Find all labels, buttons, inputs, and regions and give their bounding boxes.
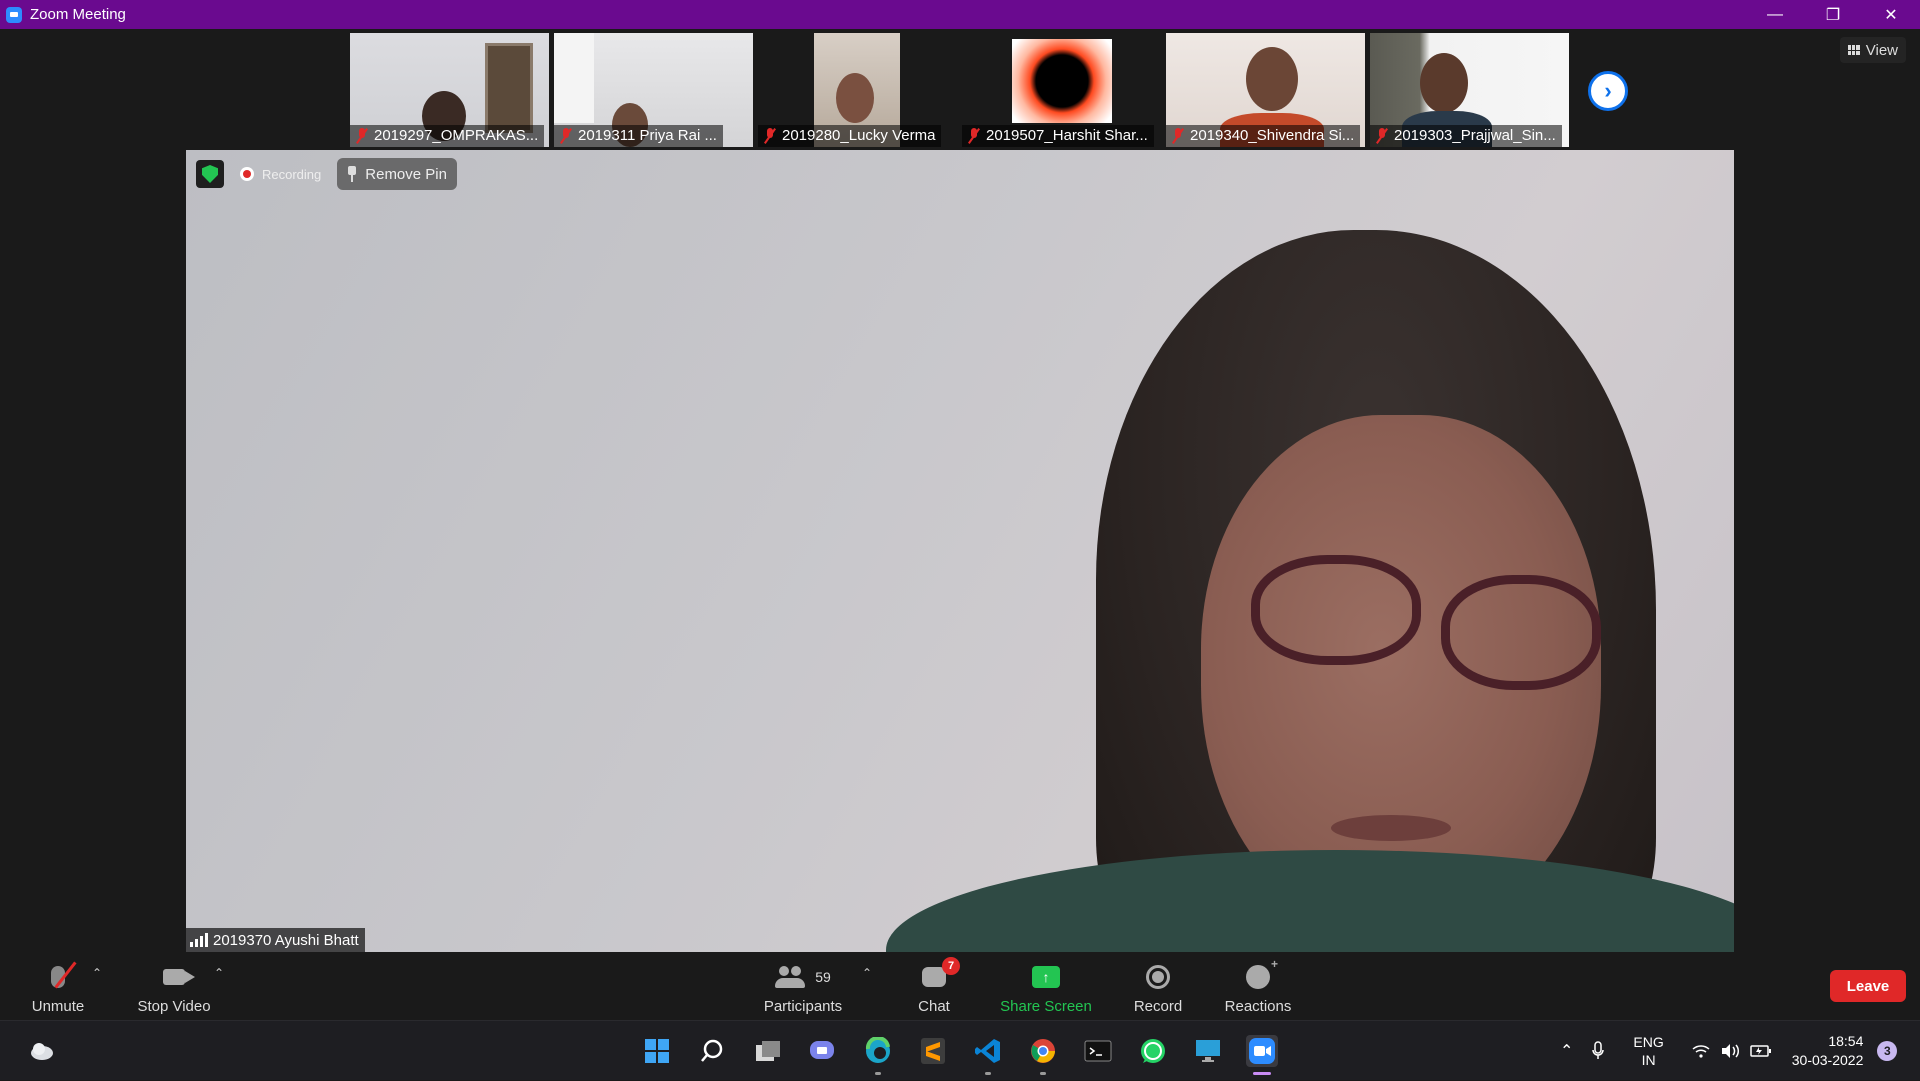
recording-indicator: Recording bbox=[234, 167, 327, 182]
participant-thumbnail[interactable]: 2019280_Lucky Verma bbox=[758, 33, 957, 147]
audio-options-caret-icon[interactable]: ⌃ bbox=[92, 966, 102, 980]
vscode-icon[interactable] bbox=[972, 1035, 1004, 1075]
restore-button[interactable]: ❐ bbox=[1804, 0, 1862, 29]
battery-charging-icon[interactable] bbox=[1750, 1044, 1772, 1058]
share-screen-arrow-icon: ↑ bbox=[1032, 966, 1060, 988]
recording-label: Recording bbox=[262, 166, 322, 182]
clock-time: 18:54 bbox=[1828, 1033, 1864, 1049]
participant-name-label: 2019297_OMPRAKAS... bbox=[350, 125, 545, 147]
unmute-button[interactable]: Unmute bbox=[30, 952, 86, 1020]
start-icon[interactable] bbox=[641, 1035, 673, 1067]
remove-pin-button[interactable]: Remove Pin bbox=[337, 158, 457, 190]
wifi-icon[interactable] bbox=[1692, 1044, 1710, 1058]
language-code: ENG bbox=[1633, 1034, 1664, 1050]
participants-icon bbox=[775, 966, 806, 988]
notification-count-badge[interactable]: 3 bbox=[1877, 1041, 1898, 1061]
window-controls: — ❐ ✕ bbox=[1746, 0, 1920, 29]
speaker-camera-feed bbox=[1056, 230, 1676, 952]
next-page-arrow-icon[interactable]: › bbox=[1588, 71, 1628, 111]
chat-unread-badge: 7 bbox=[942, 957, 960, 975]
pinned-speaker-video: Recording Remove Pin 2019370 Ayushi Bhat… bbox=[186, 150, 1734, 952]
stop-video-label: Stop Video bbox=[137, 998, 211, 1015]
system-tray: ⌃ ENG IN 18:54 30-03-2022 3 bbox=[1560, 1021, 1898, 1081]
participants-button[interactable]: 59 Participants bbox=[760, 952, 846, 1020]
windows-taskbar: ⌃ ENG IN 18:54 30-03-2022 3 bbox=[0, 1020, 1920, 1080]
volume-icon[interactable] bbox=[1720, 1043, 1740, 1059]
pin-icon bbox=[347, 166, 357, 182]
clock-date: 30-03-2022 bbox=[1791, 1052, 1864, 1068]
participant-thumbnail[interactable]: 2019297_OMPRAKAS... bbox=[350, 33, 549, 147]
mic-muted-icon bbox=[968, 128, 980, 144]
mic-muted-icon bbox=[764, 128, 776, 144]
view-button[interactable]: View bbox=[1839, 37, 1906, 63]
share-screen-label: Share Screen bbox=[1000, 998, 1092, 1015]
chat-label: Chat bbox=[918, 998, 950, 1015]
teams-chat-icon[interactable] bbox=[806, 1035, 838, 1067]
participant-thumbnail[interactable]: 2019311 Priya Rai ... bbox=[554, 33, 753, 147]
participants-label: Participants bbox=[763, 998, 843, 1015]
speaker-name-tag: 2019370 Ayushi Bhatt bbox=[186, 928, 365, 952]
reactions-label: Reactions bbox=[1224, 998, 1292, 1015]
mic-muted-icon bbox=[1376, 128, 1388, 144]
chat-bubble-icon: 7 bbox=[922, 957, 960, 987]
mic-muted-icon bbox=[356, 128, 368, 144]
share-screen-button[interactable]: ↑ Share Screen bbox=[998, 952, 1094, 1020]
remote-desktop-icon[interactable] bbox=[1192, 1035, 1224, 1067]
participant-thumbnail-strip: 2019297_OMPRAKAS... 2019311 Priya Rai ..… bbox=[350, 33, 1569, 147]
unmute-label: Unmute bbox=[31, 998, 85, 1015]
task-view-icon[interactable] bbox=[752, 1035, 784, 1067]
connection-signal-icon bbox=[190, 933, 208, 947]
grid-view-icon bbox=[1847, 45, 1860, 55]
participant-name-label: 2019311 Priya Rai ... bbox=[554, 125, 723, 147]
mic-muted-icon bbox=[1172, 128, 1184, 144]
language-region: IN bbox=[1641, 1052, 1656, 1068]
record-label: Record bbox=[1133, 998, 1183, 1015]
edge-icon[interactable] bbox=[862, 1035, 894, 1075]
chat-button[interactable]: 7 Chat bbox=[910, 952, 960, 1020]
mic-muted-icon bbox=[560, 128, 572, 144]
close-button[interactable]: ✕ bbox=[1862, 0, 1920, 29]
show-hidden-icons-chevron-icon[interactable]: ⌃ bbox=[1560, 1041, 1573, 1061]
record-button[interactable]: Record bbox=[1130, 952, 1186, 1020]
participant-thumbnail[interactable]: 2019507_Harshit Shar... bbox=[962, 33, 1161, 147]
participant-name-label: 2019340_Shivendra Si... bbox=[1166, 125, 1361, 147]
whatsapp-icon[interactable] bbox=[1137, 1035, 1169, 1067]
video-camera-icon bbox=[163, 969, 195, 985]
minimize-button[interactable]: — bbox=[1746, 0, 1804, 29]
terminal-icon[interactable] bbox=[1082, 1035, 1114, 1067]
microphone-in-use-icon[interactable] bbox=[1591, 1041, 1605, 1061]
video-options-caret-icon[interactable]: ⌃ bbox=[214, 966, 224, 980]
record-icon bbox=[1146, 965, 1170, 989]
recording-dot-icon bbox=[240, 167, 254, 181]
meeting-area: 2019297_OMPRAKAS... 2019311 Priya Rai ..… bbox=[0, 29, 1920, 1020]
view-button-label: View bbox=[1865, 41, 1898, 59]
zoom-app-icon bbox=[6, 6, 22, 23]
leave-button[interactable]: Leave bbox=[1830, 970, 1906, 1002]
clock[interactable]: 18:54 30-03-2022 bbox=[1792, 1032, 1864, 1070]
participant-thumbnail[interactable]: 2019303_Prajjwal_Sin... bbox=[1370, 33, 1569, 147]
stop-video-button[interactable]: Stop Video bbox=[134, 952, 214, 1020]
zoom-icon[interactable] bbox=[1246, 1035, 1278, 1075]
meeting-toolbar: Unmute ⌃ Stop Video ⌃ 59 Participants ⌃ … bbox=[0, 952, 1920, 1020]
sublime-text-icon[interactable] bbox=[917, 1035, 949, 1067]
chrome-icon[interactable] bbox=[1027, 1035, 1059, 1075]
participant-thumbnail[interactable]: 2019340_Shivendra Si... bbox=[1166, 33, 1365, 147]
weather-widget-icon[interactable] bbox=[26, 1035, 58, 1067]
participant-name-label: 2019507_Harshit Shar... bbox=[962, 125, 1154, 147]
meeting-status-badges: Recording Remove Pin bbox=[196, 158, 457, 190]
participant-name-label: 2019280_Lucky Verma bbox=[758, 125, 942, 147]
remove-pin-label: Remove Pin bbox=[365, 165, 447, 183]
encryption-shield-icon[interactable] bbox=[196, 160, 224, 188]
speaker-name: 2019370 Ayushi Bhatt bbox=[213, 931, 359, 949]
participants-count: 59 bbox=[815, 969, 831, 985]
emoji-reaction-icon bbox=[1246, 957, 1278, 989]
search-icon[interactable] bbox=[696, 1035, 728, 1067]
participants-options-caret-icon[interactable]: ⌃ bbox=[862, 966, 872, 980]
title-bar: Zoom Meeting — ❐ ✕ bbox=[0, 0, 1920, 29]
window-title: Zoom Meeting bbox=[30, 6, 126, 23]
input-language-indicator[interactable]: ENG IN bbox=[1633, 1033, 1663, 1069]
participant-name-label: 2019303_Prajjwal_Sin... bbox=[1370, 125, 1562, 147]
reactions-button[interactable]: Reactions bbox=[1222, 952, 1294, 1020]
